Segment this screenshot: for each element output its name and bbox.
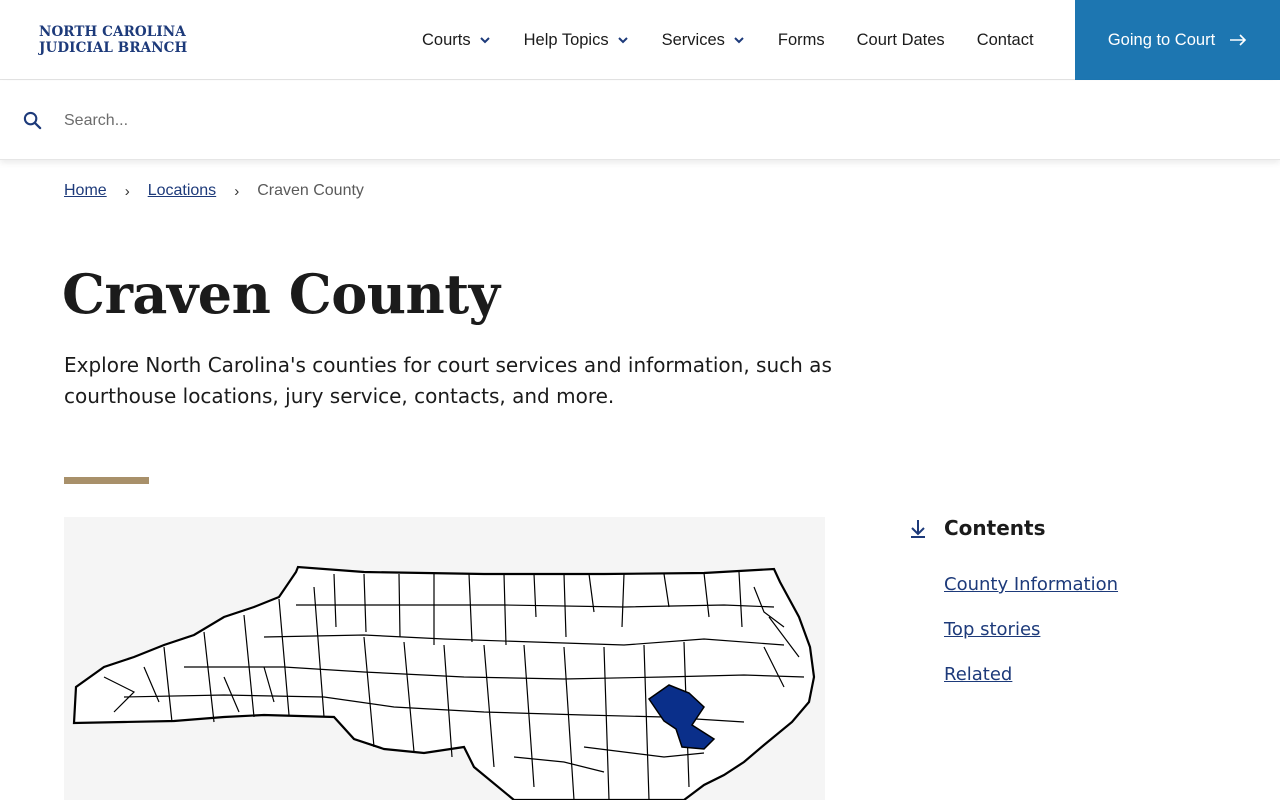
going-to-court-label: Going to Court — [1107, 30, 1216, 49]
nav-contact-label: Contact — [976, 30, 1034, 49]
contents-title: Contents — [944, 516, 1046, 540]
search-bar — [0, 81, 1280, 160]
nav-court-dates[interactable]: Court Dates — [841, 0, 961, 80]
logo-line-2: JUDICIAL BRANCH — [39, 40, 188, 56]
nav-help-topics-label: Help Topics — [523, 30, 609, 49]
site-header: NORTH CAROLINA JUDICIAL BRANCH Courts He… — [0, 0, 1280, 80]
contents-link-top-stories[interactable]: Top stories — [944, 619, 1040, 640]
arrow-right-icon — [1230, 34, 1247, 46]
breadcrumb-home[interactable]: Home — [64, 182, 107, 200]
main-nav: Courts Help Topics Services Forms Court … — [406, 0, 1050, 80]
going-to-court-button[interactable]: Going to Court — [1075, 0, 1280, 80]
contents-link-county-information[interactable]: County Information — [944, 574, 1118, 595]
page-title: Craven County — [62, 262, 500, 326]
nav-courts[interactable]: Courts — [406, 0, 508, 80]
list-item: County Information — [944, 574, 1118, 605]
page-intro: Explore North Carolina's counties for co… — [64, 353, 832, 408]
nav-help-topics[interactable]: Help Topics — [508, 0, 646, 80]
breadcrumb-locations[interactable]: Locations — [148, 182, 217, 200]
arrow-down-to-line-icon — [911, 520, 925, 538]
search-input[interactable] — [52, 103, 752, 139]
contents-list: County Information Top stories Related — [944, 574, 1118, 709]
nav-contact[interactable]: Contact — [961, 0, 1050, 80]
nav-courts-label: Courts — [422, 30, 471, 49]
chevron-down-icon — [734, 37, 744, 44]
breadcrumb-current: Craven County — [257, 182, 364, 199]
chevron-right-icon: › — [124, 182, 130, 200]
site-logo[interactable]: NORTH CAROLINA JUDICIAL BRANCH — [39, 24, 199, 56]
contents-link-related[interactable]: Related — [944, 664, 1012, 685]
search-icon[interactable] — [23, 111, 42, 130]
north-carolina-county-map-icon — [72, 565, 816, 800]
nav-court-dates-label: Court Dates — [856, 30, 945, 49]
contents-heading: Contents — [908, 516, 1045, 540]
nav-services-label: Services — [661, 30, 725, 49]
chevron-down-icon — [617, 37, 628, 44]
logo-line-1: NORTH CAROLINA — [39, 24, 186, 40]
list-item: Related — [944, 664, 1118, 695]
breadcrumb: Home › Locations › Craven County — [64, 182, 364, 200]
county-map — [64, 517, 825, 800]
nav-forms[interactable]: Forms — [762, 0, 841, 80]
accent-divider — [64, 477, 149, 484]
chevron-right-icon: › — [234, 182, 240, 200]
chevron-down-icon — [479, 37, 490, 44]
list-item: Top stories — [944, 619, 1118, 650]
nav-services[interactable]: Services — [646, 0, 762, 80]
nav-forms-label: Forms — [777, 30, 825, 49]
